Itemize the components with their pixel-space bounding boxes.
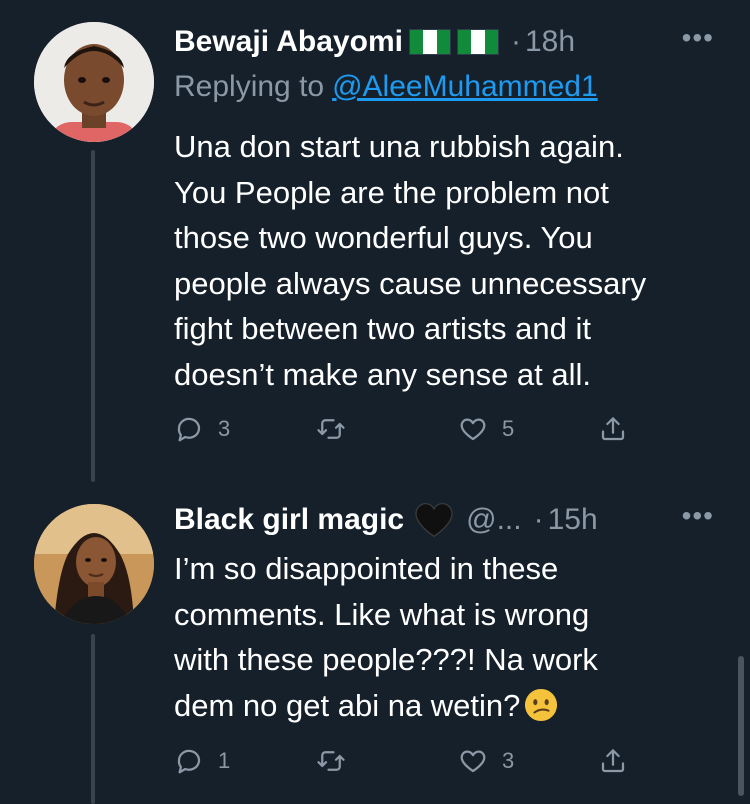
action-bar: 3 5 (174, 414, 644, 454)
share-button[interactable] (598, 746, 628, 776)
more-icon[interactable]: ••• (682, 500, 714, 532)
like-button[interactable]: 3 (458, 746, 514, 776)
share-icon (601, 749, 625, 773)
reply-icon (177, 749, 201, 774)
confused-face-icon (525, 688, 558, 721)
avatar-image (34, 22, 154, 142)
reply-count: 3 (218, 416, 231, 441)
separator-dot: · (533, 503, 544, 536)
author-name[interactable]: Black girl magic (174, 503, 404, 537)
retweet-button[interactable] (316, 746, 346, 776)
retweet-icon (317, 751, 345, 771)
share-button[interactable] (598, 414, 628, 444)
scrollbar[interactable] (738, 656, 744, 796)
tweet-header: Bewaji Abayomi · 18h ••• (174, 22, 720, 62)
reply-button[interactable]: 3 (174, 414, 230, 444)
more-icon[interactable]: ••• (682, 22, 714, 54)
retweet-button[interactable] (316, 414, 346, 444)
action-bar: 1 3 (174, 746, 644, 786)
timestamp[interactable]: 15h (548, 503, 598, 537)
share-icon (601, 417, 625, 441)
timestamp[interactable]: 18h (525, 25, 575, 59)
mention-link[interactable]: @AleeMuhammed1 (332, 70, 598, 103)
retweet-icon (317, 419, 345, 439)
replying-to: Replying to @AleeMuhammed1 (174, 70, 598, 104)
replying-prefix: Replying to (174, 70, 325, 103)
like-icon (460, 418, 486, 441)
tweet-text: I’m so disappointed in these comments. L… (174, 546, 720, 728)
avatar[interactable] (34, 504, 154, 624)
thread-line (91, 150, 95, 482)
avatar-image (34, 504, 154, 624)
avatar[interactable] (34, 22, 154, 142)
like-count: 5 (502, 416, 515, 441)
thread-line (91, 634, 95, 804)
reply-count: 1 (218, 748, 231, 773)
tweet[interactable]: Black girl magic @... · 15h ••• I’m so d… (0, 484, 750, 804)
reply-button[interactable]: 1 (174, 746, 230, 776)
separator-dot: · (510, 25, 521, 58)
like-button[interactable]: 5 (458, 414, 514, 444)
tweet-header: Black girl magic @... · 15h ••• (174, 500, 720, 540)
tweet[interactable]: Bewaji Abayomi · 18h ••• Replying to @Ale… (0, 0, 750, 482)
like-count: 3 (502, 748, 515, 773)
nigeria-flag-icon (408, 29, 451, 55)
nigeria-flag-icon (456, 29, 499, 55)
black-heart-icon (415, 502, 453, 538)
tweet-text: Una don start una rubbish again. You Peo… (174, 129, 647, 392)
like-icon (460, 750, 486, 773)
author-name[interactable]: Bewaji Abayomi (174, 25, 403, 59)
reply-icon (177, 417, 201, 442)
author-handle[interactable]: @... (466, 503, 521, 537)
